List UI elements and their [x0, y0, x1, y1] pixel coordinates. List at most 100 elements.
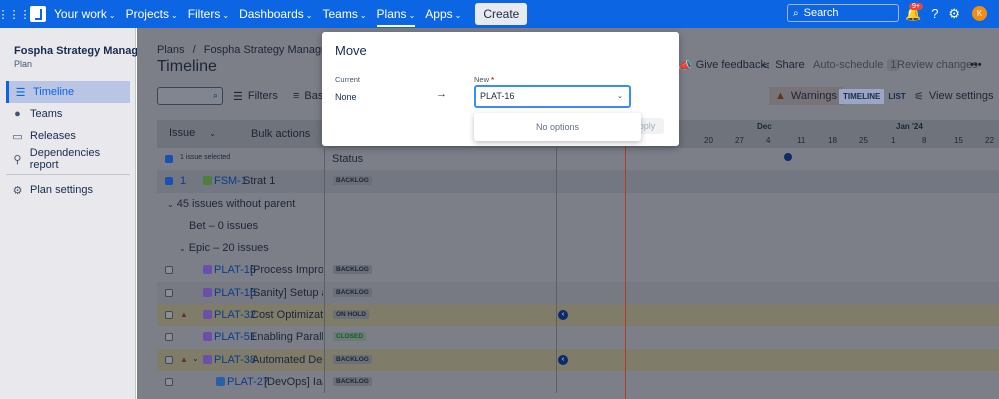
sidebar-item-dependencies[interactable]: ⚲ Dependencies report: [6, 147, 130, 171]
status-badge: BACKLOG: [333, 176, 372, 186]
app-switcher-icon[interactable]: ⋮⋮⋮: [0, 0, 31, 28]
table-row[interactable]: PLAT-16 [Process Improve… BACKLOG: [157, 259, 999, 282]
new-label: New *: [474, 75, 495, 84]
arrow-left-icon[interactable]: ‹: [558, 310, 568, 321]
no-options-text: No options: [535, 122, 580, 132]
table-row[interactable]: PLAT-27 [DevOps] Iaa… BACKLOG: [157, 370, 999, 394]
warning-icon[interactable]: ▲: [180, 310, 188, 319]
warning-icon[interactable]: ▲: [180, 355, 188, 364]
issue-summary[interactable]: Enabling Parallel …: [250, 331, 323, 343]
table-row[interactable]: ⌄ Epic – 20 issues: [157, 237, 999, 260]
sidebar-item-timeline[interactable]: ☰ Timeline: [6, 81, 130, 103]
table-row[interactable]: PLAT-51 Enabling Parallel … CLOSED: [157, 326, 999, 349]
strategy-type-icon: [203, 176, 212, 186]
create-button[interactable]: Create: [475, 3, 528, 25]
issue-summary[interactable]: Automated Depl…: [252, 354, 323, 366]
row-checkbox[interactable]: [165, 288, 173, 297]
row-checkbox[interactable]: [165, 333, 173, 342]
chevron-down-icon[interactable]: ⌄: [617, 87, 623, 106]
auto-schedule-button[interactable]: Auto-schedule 1: [813, 56, 900, 74]
current-value: None: [335, 92, 357, 102]
status-badge: BACKLOG: [333, 265, 372, 275]
plan-subtitle: Plan: [14, 59, 33, 69]
table-row[interactable]: ▲ PLAT-32 Cost Optimizations ON HOLD ‹: [157, 304, 999, 327]
timeline-icon: ☰: [15, 86, 26, 99]
view-timeline-tab[interactable]: TIMELINE: [839, 89, 885, 104]
issue-summary[interactable]: Cost Optimizations: [251, 309, 323, 321]
chevron-down-icon[interactable]: ⌄: [179, 244, 186, 253]
nav-apps[interactable]: Apps ⌄: [425, 7, 461, 21]
sidebar-item-releases[interactable]: ▭ Releases: [6, 125, 130, 147]
issue-summary[interactable]: Strat 1: [243, 175, 323, 187]
give-feedback-button[interactable]: 📣 Give feedback: [678, 56, 766, 74]
sidebar-item-teams[interactable]: ● Teams: [6, 103, 130, 125]
status-badge: CLOSED: [333, 332, 367, 342]
issue-search-input[interactable]: ⌕: [157, 87, 223, 105]
view-settings-button[interactable]: ⚟ View settings: [914, 87, 993, 105]
view-list-tab[interactable]: LIST: [884, 89, 909, 104]
warnings-button[interactable]: ▲ Warnings: [769, 87, 843, 105]
sidebar-item-plan-settings[interactable]: ⚙ Plan settings: [6, 179, 130, 201]
select-all-checkbox[interactable]: [165, 155, 173, 163]
row-checkbox[interactable]: [165, 177, 173, 186]
search-icon: ⌕: [212, 90, 218, 100]
nav-filters[interactable]: Filters ⌄: [188, 7, 229, 21]
nav-dashboards[interactable]: Dashboards ⌄: [239, 7, 312, 21]
breadcrumb-separator: /: [192, 44, 196, 56]
jira-logo[interactable]: [30, 6, 46, 22]
row-checkbox[interactable]: [165, 355, 173, 364]
search-icon: ⌕: [793, 7, 799, 19]
group-label: Epic – 20 issues: [188, 242, 269, 255]
review-changes-button[interactable]: Review changes: [897, 56, 978, 74]
table-row[interactable]: PLAT-15 [Sanity] Setup a … BACKLOG: [157, 281, 999, 305]
epic-type-icon: [203, 287, 212, 297]
table-row[interactable]: ⌄ 45 issues without parent: [157, 192, 999, 215]
row-checkbox[interactable]: [165, 266, 173, 275]
issue-key[interactable]: PLAT-32: [214, 309, 256, 321]
epic-type-icon: [203, 265, 212, 275]
timeline-marker[interactable]: [784, 153, 792, 161]
sidebar-divider: [6, 174, 130, 175]
table-row[interactable]: 1 FSM-1 Strat 1 BACKLOG: [157, 170, 999, 193]
task-type-icon: [216, 376, 225, 386]
issue-key[interactable]: PLAT-27: [227, 376, 269, 388]
nav-projects[interactable]: Projects ⌄: [126, 7, 178, 21]
search-input[interactable]: ⌕ Search: [787, 4, 899, 22]
group-label: Bet – 0 issues: [189, 219, 259, 232]
settings-icon[interactable]: ⚙: [948, 6, 960, 22]
issue-summary[interactable]: [DevOps] Iaa…: [264, 376, 323, 388]
view-mode-toggle: TIMELINE LIST: [839, 89, 910, 104]
status-badge: ON HOLD: [333, 310, 369, 320]
status-column-header: Status: [332, 153, 364, 165]
more-options-icon[interactable]: •••: [970, 56, 982, 74]
row-checkbox[interactable]: [165, 311, 173, 320]
avatar[interactable]: K: [972, 6, 987, 21]
dependencies-icon: ⚲: [13, 153, 22, 166]
share-button[interactable]: ⋖ Share: [761, 56, 805, 74]
new-parent-select[interactable]: PLAT-16 ⌄: [474, 85, 631, 108]
breadcrumb-plans[interactable]: Plans: [157, 44, 185, 56]
settings-sliders-icon: ⚟: [914, 90, 924, 103]
megaphone-icon: 📣: [678, 59, 692, 72]
releases-icon: ▭: [12, 130, 23, 143]
filters-button[interactable]: ☰ Filters: [233, 87, 278, 105]
issue-key[interactable]: PLAT-38: [214, 354, 256, 366]
base-button[interactable]: ≡ Bas: [293, 87, 323, 105]
selection-count: 1 issue selected: [180, 154, 231, 161]
chevron-down-icon[interactable]: ⌄: [167, 200, 174, 209]
issue-summary[interactable]: [Process Improve…: [250, 264, 323, 276]
chevron-down-icon[interactable]: ⌄: [192, 354, 199, 363]
row-checkbox[interactable]: [165, 377, 173, 386]
base-icon: ≡: [293, 90, 300, 102]
nav-your-work[interactable]: Your work ⌄: [54, 7, 116, 21]
nav-plans[interactable]: Plans ⌄: [376, 7, 416, 27]
issue-summary[interactable]: [Sanity] Setup a …: [250, 287, 323, 299]
arrow-left-icon[interactable]: ‹: [558, 354, 568, 365]
gear-icon: ⚙: [12, 184, 23, 197]
help-icon[interactable]: ?: [931, 6, 938, 22]
sidebar: Fospha Strategy Management… Plan ☰ Timeli…: [0, 28, 181, 399]
nav-teams[interactable]: Teams ⌄: [322, 7, 366, 21]
table-row[interactable]: ▲ ⌄ PLAT-38 Automated Depl… BACKLOG ‹: [157, 348, 999, 371]
status-badge: BACKLOG: [333, 376, 372, 386]
current-label: Current: [335, 75, 361, 84]
